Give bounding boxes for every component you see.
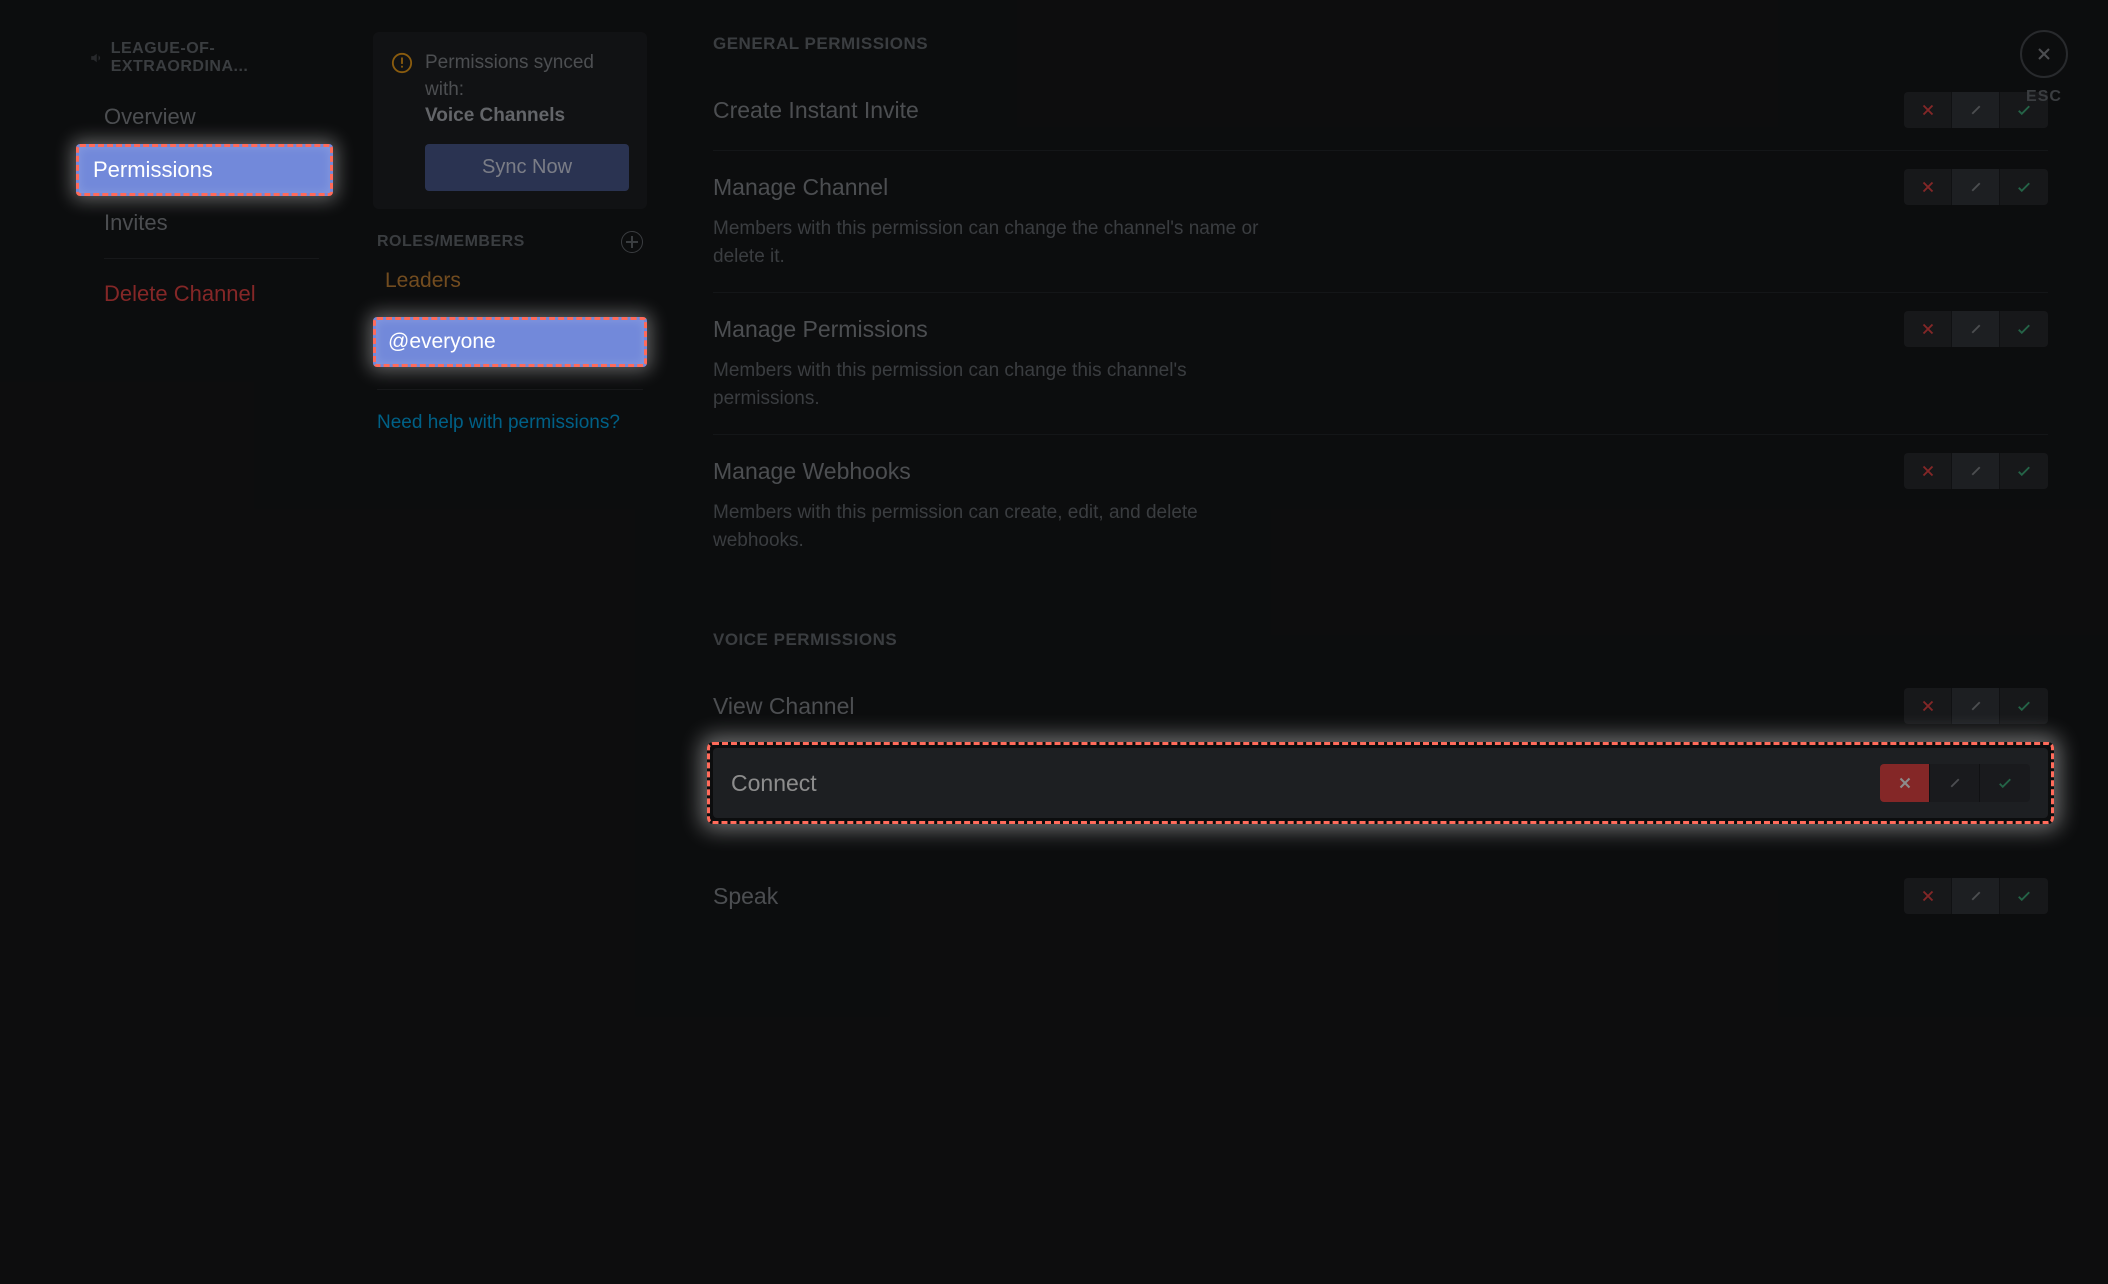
perm-toggle — [1904, 169, 2048, 205]
perm-passthrough[interactable] — [1952, 878, 2000, 914]
perm-manage-permissions: Manage Permissions Members with this per… — [713, 293, 2048, 435]
perm-toggle — [1904, 311, 2048, 347]
perm-label: Speak — [713, 883, 778, 910]
perm-toggle — [1904, 688, 2048, 724]
perm-deny[interactable] — [1904, 878, 1952, 914]
channel-header: LEAGUE-OF-EXTRAORDINA... — [90, 40, 333, 76]
settings-modal: LEAGUE-OF-EXTRAORDINA... Overview Permis… — [0, 0, 2108, 1284]
perm-allow[interactable] — [2000, 688, 2048, 724]
perm-toggle — [1904, 878, 2048, 914]
perm-deny[interactable] — [1880, 764, 1930, 802]
perm-label: Manage Webhooks — [713, 458, 911, 485]
nav-permissions[interactable]: Permissions — [76, 144, 333, 196]
permissions-panel: GENERAL PERMISSIONS Create Instant Invit… — [665, 0, 2108, 1284]
perm-view-channel: View Channel — [713, 670, 2048, 734]
roles-divider — [377, 389, 643, 390]
close-icon — [2034, 44, 2054, 64]
close-button[interactable] — [2020, 30, 2068, 78]
sync-now-button[interactable]: Sync Now — [425, 144, 629, 191]
roles-members-header: ROLES/MEMBERS — [377, 233, 525, 251]
perm-deny[interactable] — [1904, 92, 1952, 128]
perm-deny[interactable] — [1904, 688, 1952, 724]
nav-divider — [104, 258, 319, 259]
perm-allow[interactable] — [2000, 878, 2048, 914]
perm-label: Manage Channel — [713, 174, 888, 201]
nav-delete-channel[interactable]: Delete Channel — [90, 271, 333, 317]
perm-passthrough[interactable] — [1952, 453, 2000, 489]
sync-category: Voice Channels — [425, 103, 629, 130]
perm-toggle — [1904, 453, 2048, 489]
perm-deny[interactable] — [1904, 311, 1952, 347]
perm-label: Connect — [731, 770, 817, 797]
section-voice-permissions: VOICE PERMISSIONS — [713, 630, 2048, 650]
perm-connect: Connect — [713, 748, 2048, 818]
perm-passthrough[interactable] — [1952, 688, 2000, 724]
perm-label: View Channel — [713, 693, 855, 720]
add-role-button[interactable] — [621, 231, 643, 253]
esc-label: ESC — [2026, 88, 2062, 106]
perm-toggle — [1880, 764, 2030, 802]
perm-passthrough[interactable] — [1952, 311, 2000, 347]
perm-deny[interactable] — [1904, 453, 1952, 489]
nav-overview[interactable]: Overview — [90, 94, 333, 140]
nav-invites[interactable]: Invites — [90, 200, 333, 246]
perm-label: Create Instant Invite — [713, 97, 919, 124]
permissions-help-link[interactable]: Need help with permissions? — [373, 412, 647, 434]
section-general-permissions: GENERAL PERMISSIONS — [713, 34, 2048, 54]
speaker-icon — [90, 50, 105, 66]
perm-speak: Speak — [713, 860, 2048, 914]
perm-passthrough[interactable] — [1952, 169, 2000, 205]
close-settings: ESC — [2020, 30, 2068, 106]
perm-allow[interactable] — [2000, 311, 2048, 347]
perm-manage-channel: Manage Channel Members with this permiss… — [713, 151, 2048, 293]
sync-card: Permissions synced with: Voice Channels … — [373, 32, 647, 209]
perm-deny[interactable] — [1904, 169, 1952, 205]
channel-name: LEAGUE-OF-EXTRAORDINA... — [111, 40, 333, 76]
roles-column: Permissions synced with: Voice Channels … — [355, 0, 665, 1284]
perm-label: Manage Permissions — [713, 316, 928, 343]
perm-description: Members with this permission can create,… — [713, 499, 1273, 554]
perm-description: Members with this permission can change … — [713, 215, 1273, 270]
perm-passthrough[interactable] — [1952, 92, 2000, 128]
perm-allow[interactable] — [1980, 764, 2030, 802]
settings-sidebar: LEAGUE-OF-EXTRAORDINA... Overview Permis… — [0, 0, 355, 1284]
perm-description: Members with this permission can change … — [713, 357, 1273, 412]
sync-prefix: Permissions synced with: — [425, 52, 594, 100]
perm-passthrough[interactable] — [1930, 764, 1980, 802]
perm-allow[interactable] — [2000, 169, 2048, 205]
perm-create-instant-invite: Create Instant Invite — [713, 74, 2048, 151]
role-leaders[interactable]: Leaders — [373, 259, 647, 303]
perm-manage-webhooks: Manage Webhooks Members with this permis… — [713, 435, 2048, 576]
perm-allow[interactable] — [2000, 453, 2048, 489]
role-everyone[interactable]: @everyone — [373, 317, 647, 367]
warning-icon — [391, 52, 413, 74]
